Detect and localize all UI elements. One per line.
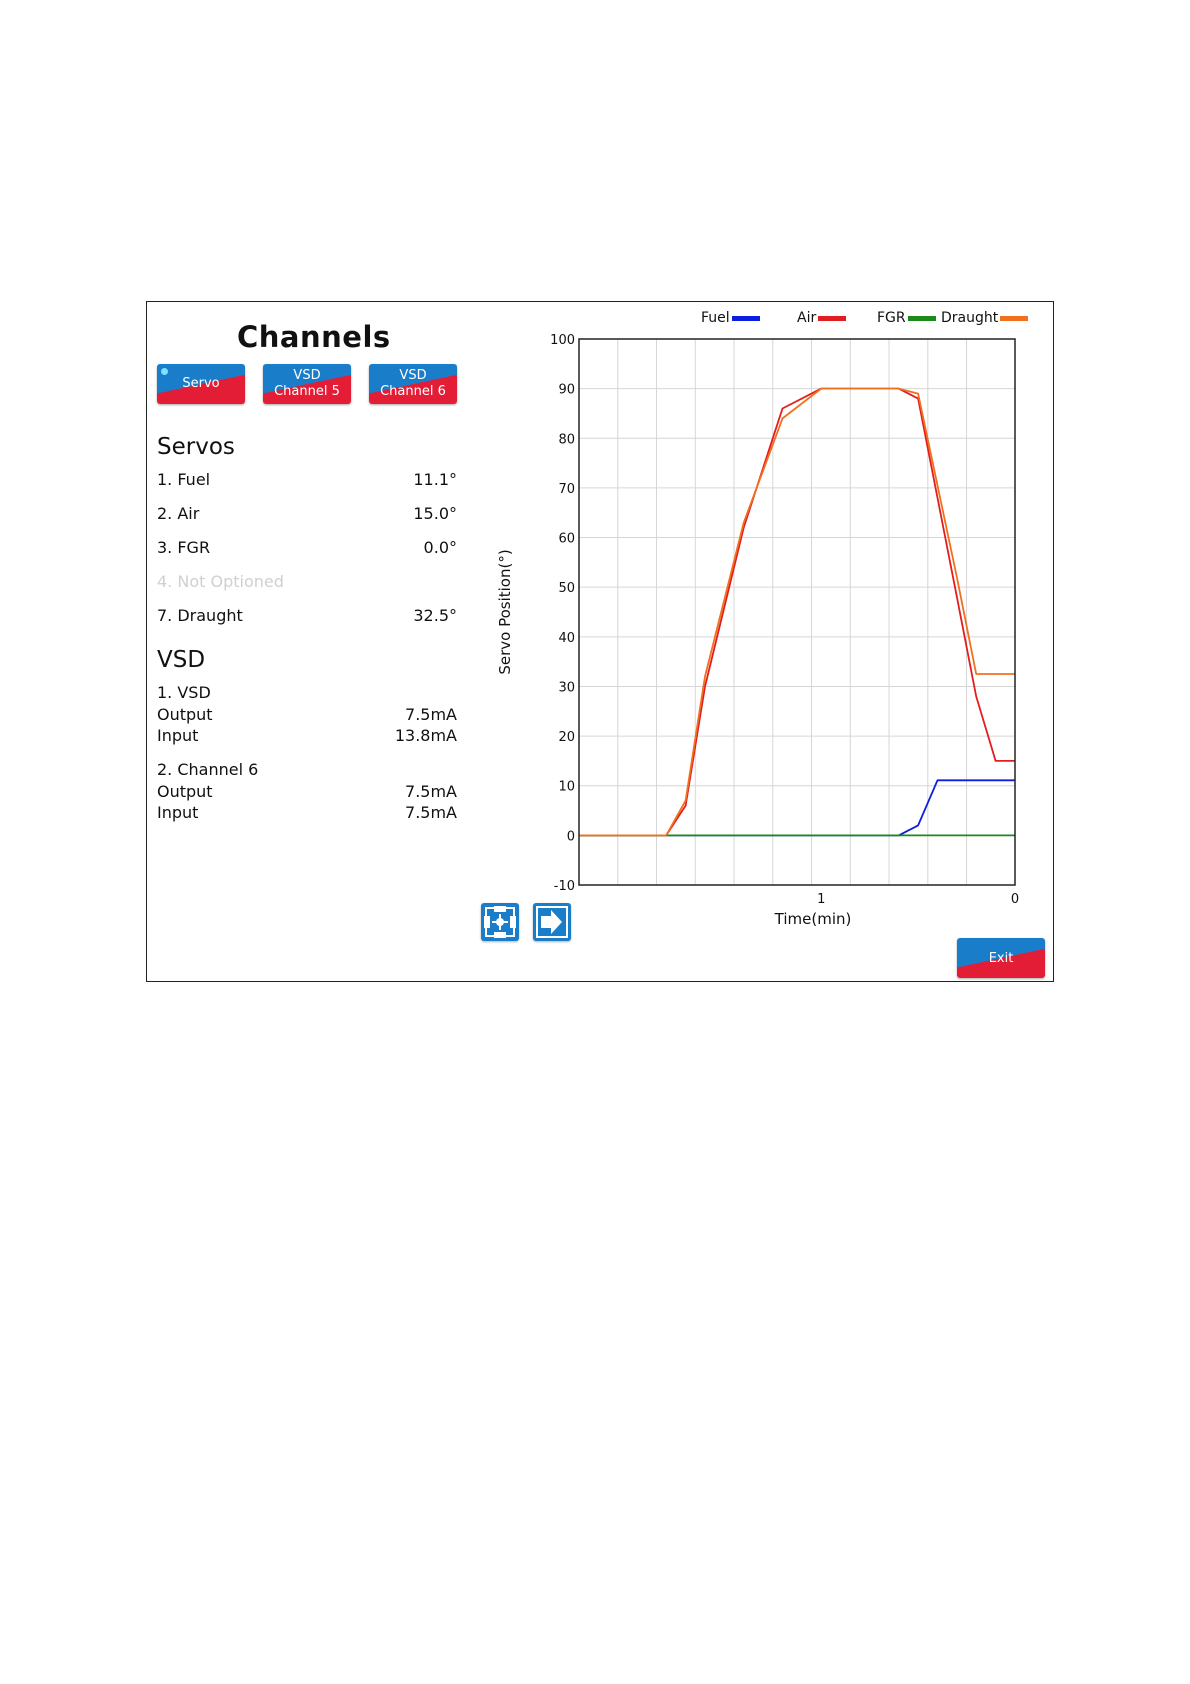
- y-axis-label: Servo Position(°): [496, 549, 514, 674]
- plot-area-border: [578, 338, 1016, 886]
- y-tick-label: 60: [558, 532, 575, 547]
- series-line-air: [579, 387, 1015, 837]
- center-view-button[interactable]: [481, 903, 519, 941]
- x-axis-label: Time(min): [774, 910, 852, 928]
- y-tick-label: 20: [558, 730, 575, 745]
- series-line-draught: [579, 387, 1015, 837]
- next-button[interactable]: [533, 903, 571, 941]
- x-tick-label: 0: [1011, 892, 1019, 907]
- x-tick-label: 1: [817, 892, 825, 907]
- y-tick-label: 50: [558, 581, 575, 596]
- y-tick-label: 30: [558, 680, 575, 695]
- exit-label: Exit: [988, 950, 1014, 966]
- y-tick-label: 40: [558, 631, 575, 646]
- y-tick-label: 10: [558, 780, 575, 795]
- exit-button[interactable]: Exit: [957, 938, 1045, 978]
- y-tick-label: -10: [554, 879, 575, 894]
- center-view-icon: [484, 906, 516, 938]
- channels-panel: Channels Servo VSD Channel 5 VSD Channel…: [146, 301, 1054, 982]
- y-tick-label: 100: [550, 333, 575, 348]
- next-arrow-icon: [536, 906, 568, 938]
- y-tick-label: 0: [567, 829, 575, 844]
- servo-position-chart: -1001020304050607080901001 0Time(min)Serv…: [496, 333, 1019, 928]
- series-line-fuel: [579, 779, 1015, 837]
- y-tick-label: 70: [558, 482, 575, 497]
- y-tick-label: 80: [558, 432, 575, 447]
- y-tick-label: 90: [558, 383, 575, 398]
